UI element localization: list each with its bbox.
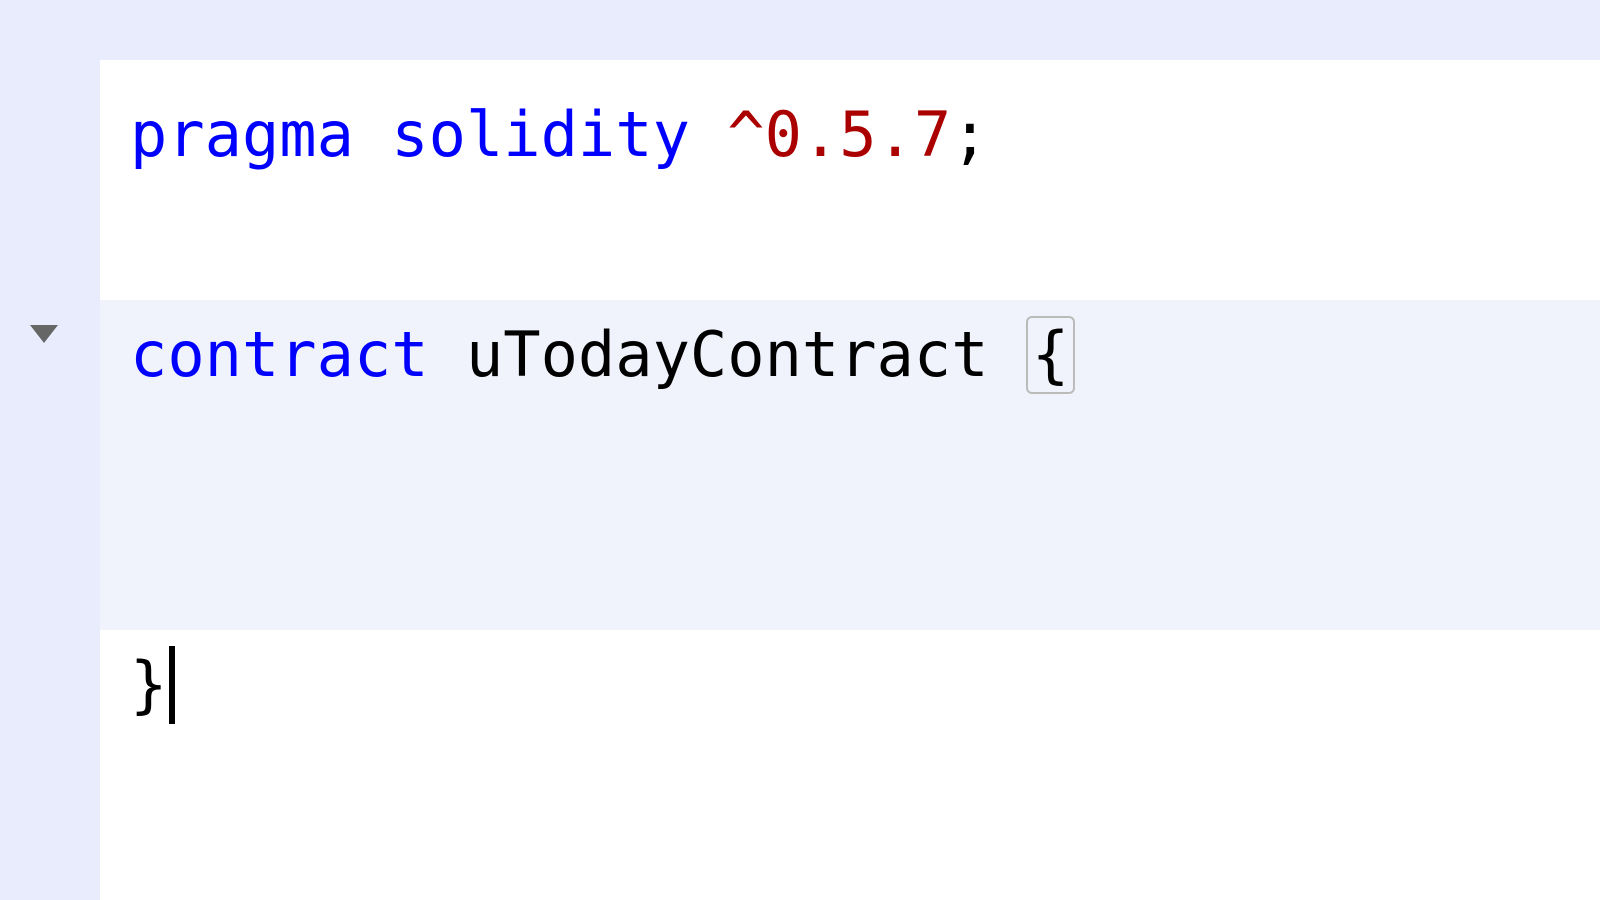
code-token: uTodayContract	[466, 318, 1026, 392]
code-line[interactable]	[100, 410, 1600, 520]
code-line[interactable]: contract uTodayContract {	[100, 300, 1600, 410]
code-editor[interactable]: pragma solidity ^0.5.7; contract uTodayCo…	[100, 60, 1600, 900]
code-token: {	[1026, 316, 1075, 394]
code-token: ;	[951, 98, 988, 172]
code-token: pragma	[130, 98, 391, 172]
code-token: ^0.5.7	[727, 98, 951, 172]
fold-collapse-icon[interactable]	[30, 325, 58, 343]
code-line[interactable]: }	[130, 630, 1570, 740]
text-cursor	[169, 646, 175, 724]
code-line[interactable]	[130, 190, 1570, 300]
code-area[interactable]: pragma solidity ^0.5.7; contract uTodayCo…	[100, 60, 1600, 900]
code-line[interactable]	[100, 520, 1600, 630]
code-line[interactable]: pragma solidity ^0.5.7;	[130, 80, 1570, 190]
code-token: }	[130, 648, 167, 722]
code-token: solidity	[391, 98, 727, 172]
code-token: contract	[130, 318, 466, 392]
